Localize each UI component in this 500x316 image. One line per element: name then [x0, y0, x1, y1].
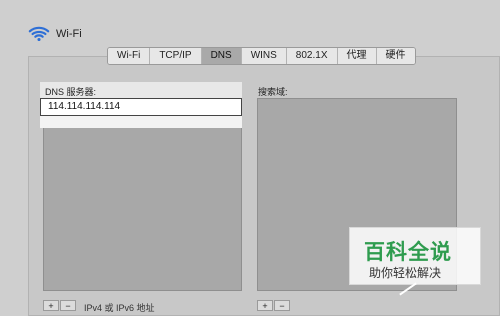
tab-8021x[interactable]: 802.1X — [286, 48, 338, 64]
dns-list-row-highlight — [40, 116, 242, 128]
watermark-subtitle: 助你轻松解决 — [369, 266, 442, 280]
dns-server-value: 114.114.114.114 — [48, 101, 121, 112]
remove-search-domain-button[interactable]: − — [274, 300, 290, 311]
tab-wifi[interactable]: Wi-Fi — [108, 48, 151, 64]
add-dns-button[interactable]: + — [43, 300, 59, 311]
add-search-domain-button[interactable]: + — [257, 300, 273, 311]
tab-bar: Wi-Fi TCP/IP DNS WINS 802.1X 代理 硬件 — [107, 47, 416, 65]
wifi-icon — [28, 26, 50, 42]
search-domains-label: 搜索域: — [258, 87, 288, 97]
window-title: Wi-Fi — [56, 28, 82, 40]
tab-hardware[interactable]: 硬件 — [376, 48, 415, 64]
tab-tcpip[interactable]: TCP/IP — [150, 48, 202, 64]
dns-servers-label: DNS 服务器: — [45, 87, 97, 97]
window-header: Wi-Fi — [28, 24, 82, 44]
tab-proxy[interactable]: 代理 — [337, 48, 377, 64]
address-hint: IPv4 或 IPv6 地址 — [84, 303, 155, 313]
tab-dns[interactable]: DNS — [201, 48, 242, 64]
remove-dns-button[interactable]: − — [60, 300, 76, 311]
tab-wins[interactable]: WINS — [241, 48, 287, 64]
watermark-title: 百科全说 — [364, 240, 452, 264]
